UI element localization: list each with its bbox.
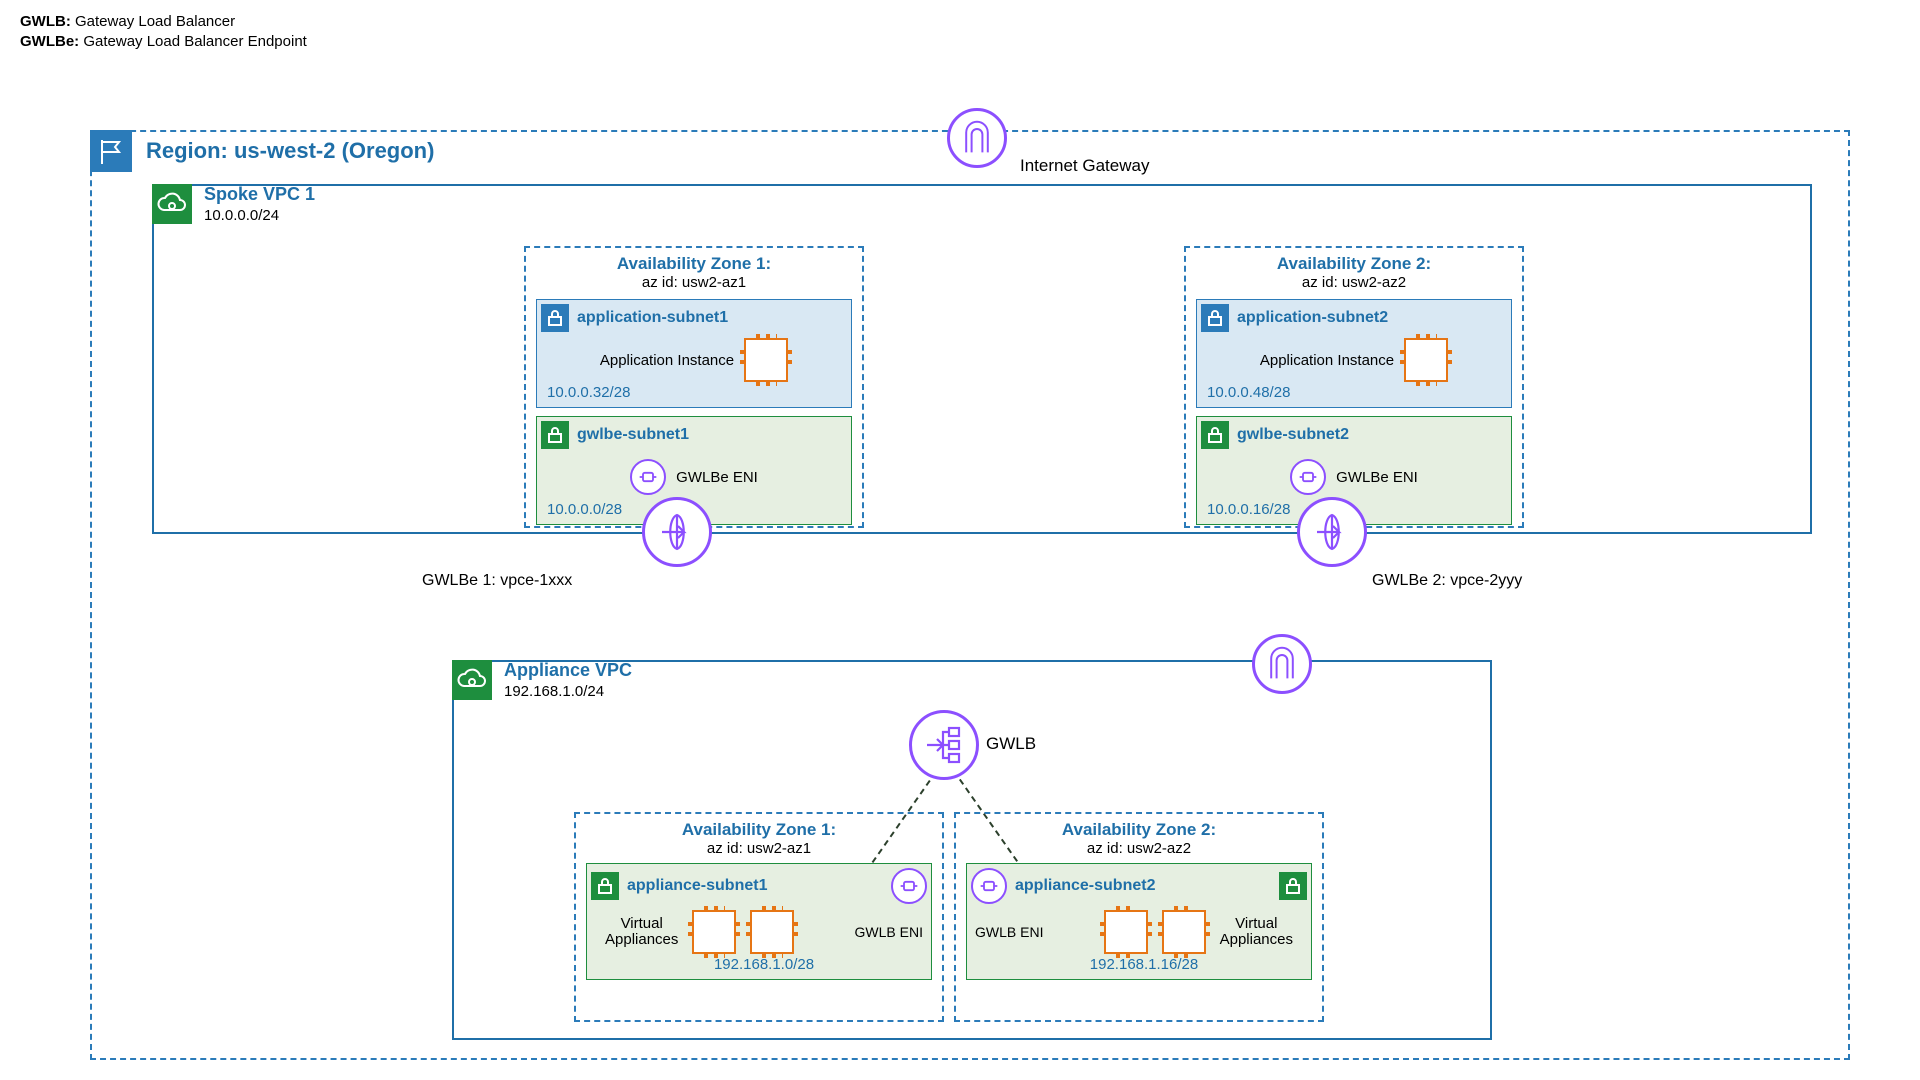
spoke-vpc-box: Spoke VPC 1 10.0.0.0/24 Availability Zon… — [152, 184, 1812, 534]
internet-gateway-label: Internet Gateway — [1020, 156, 1149, 176]
appliance-subnet1: appliance-subnet1 VirtualAppliances GWLB… — [586, 863, 932, 980]
gwlbe-endpoint-icon — [642, 497, 712, 567]
application-subnet2: application-subnet2 Application Instance… — [1196, 299, 1512, 408]
spoke-az1-box: Availability Zone 1: az id: usw2-az1 app… — [524, 246, 864, 528]
appliance-subnet1-title: appliance-subnet1 — [627, 877, 767, 895]
appliance-vpc-title: Appliance VPC — [504, 660, 632, 681]
appliance-az1-title: Availability Zone 1: — [576, 820, 942, 840]
appliance-subnet1-cidr: 192.168.1.0/28 — [587, 956, 931, 979]
application-subnet2-cidr: 10.0.0.48/28 — [1197, 384, 1511, 407]
ec2-instance-icon — [1104, 910, 1148, 954]
spoke-az2-box: Availability Zone 2: az id: usw2-az2 app… — [1184, 246, 1524, 528]
virtual-appliances-label: VirtualAppliances — [605, 916, 678, 949]
region-box: Region: us-west-2 (Oregon) Internet Gate… — [90, 130, 1850, 1060]
cloud-icon — [152, 184, 192, 224]
appliance-az1-box: Availability Zone 1: az id: usw2-az1 app… — [574, 812, 944, 1022]
spoke-vpc-header: Spoke VPC 1 10.0.0.0/24 — [152, 184, 315, 226]
spoke-az1-id: az id: usw2-az1 — [526, 274, 862, 291]
gwlbe-subnet2-title: gwlbe-subnet2 — [1237, 426, 1349, 444]
ec2-instance-icon — [692, 910, 736, 954]
spoke-az2-title: Availability Zone 2: — [1186, 254, 1522, 274]
spoke-vpc-cidr: 10.0.0.0/24 — [204, 205, 315, 226]
gwlbe2-label: GWLBe 2: vpce-2yyy — [1372, 572, 1522, 590]
spoke-vpc-title: Spoke VPC 1 — [204, 184, 315, 205]
lock-icon — [591, 872, 619, 900]
ec2-instance-icon — [1162, 910, 1206, 954]
eni-icon — [891, 868, 927, 904]
appliance-vpc-box: Appliance VPC 192.168.1.0/24 GWLB Availa… — [452, 660, 1492, 1040]
gwlbe-eni-label: GWLBe ENI — [1336, 469, 1418, 486]
legend-key-1: GWLB: — [20, 13, 71, 30]
appliance-az2-title: Availability Zone 2: — [956, 820, 1322, 840]
application-instance-label: Application Instance — [1260, 352, 1394, 369]
region-title: Region: us-west-2 (Oregon) — [146, 138, 434, 164]
gwlbe-eni-label: GWLBe ENI — [676, 469, 758, 486]
appliance-subnet2-cidr: 192.168.1.16/28 — [967, 956, 1311, 979]
ec2-instance-icon — [744, 338, 788, 382]
legend-val-2: Gateway Load Balancer Endpoint — [83, 33, 306, 50]
cloud-icon — [452, 660, 492, 700]
lock-icon — [1201, 304, 1229, 332]
eni-icon — [630, 459, 666, 495]
ec2-instance-icon — [1404, 338, 1448, 382]
legend-val-1: Gateway Load Balancer — [75, 13, 235, 30]
appliance-az2-box: Availability Zone 2: az id: usw2-az2 app… — [954, 812, 1324, 1022]
virtual-appliances-label: VirtualAppliances — [1220, 916, 1293, 949]
application-subnet1: application-subnet1 Application Instance… — [536, 299, 852, 408]
gwlbe1-label: GWLBe 1: vpce-1xxx — [422, 572, 572, 590]
gwlbe-subnet1-title: gwlbe-subnet1 — [577, 426, 689, 444]
gwlb-label: GWLB — [986, 734, 1036, 754]
flag-icon — [90, 130, 132, 172]
appliance-subnet2-title: appliance-subnet2 — [1015, 877, 1155, 895]
lock-icon — [541, 421, 569, 449]
ec2-instance-icon — [750, 910, 794, 954]
application-instance-label: Application Instance — [600, 352, 734, 369]
region-header: Region: us-west-2 (Oregon) — [90, 130, 434, 172]
lock-icon — [1279, 872, 1307, 900]
gwlb-eni-label: GWLB ENI — [975, 924, 1043, 940]
eni-icon — [971, 868, 1007, 904]
eni-icon — [1290, 459, 1326, 495]
spoke-az1-title: Availability Zone 1: — [526, 254, 862, 274]
spoke-az2-id: az id: usw2-az2 — [1186, 274, 1522, 291]
gwlbe-endpoint-icon — [1297, 497, 1367, 567]
gwlb-icon — [909, 710, 979, 780]
appliance-vpc-cidr: 192.168.1.0/24 — [504, 681, 632, 702]
legend-key-2: GWLBe: — [20, 33, 79, 50]
lock-icon — [1201, 421, 1229, 449]
appliance-vpc-header: Appliance VPC 192.168.1.0/24 — [452, 660, 632, 702]
lock-icon — [541, 304, 569, 332]
application-subnet2-title: application-subnet2 — [1237, 309, 1388, 327]
application-subnet1-title: application-subnet1 — [577, 309, 728, 327]
gwlb-eni-label: GWLB ENI — [855, 924, 923, 940]
application-subnet1-cidr: 10.0.0.32/28 — [537, 384, 851, 407]
appliance-subnet2: appliance-subnet2 GWLB ENI VirtualApplia… — [966, 863, 1312, 980]
internet-gateway-icon — [947, 108, 1007, 168]
internet-gateway-icon — [1252, 634, 1312, 694]
legend: GWLB: Gateway Load Balancer GWLBe: Gatew… — [20, 12, 307, 51]
